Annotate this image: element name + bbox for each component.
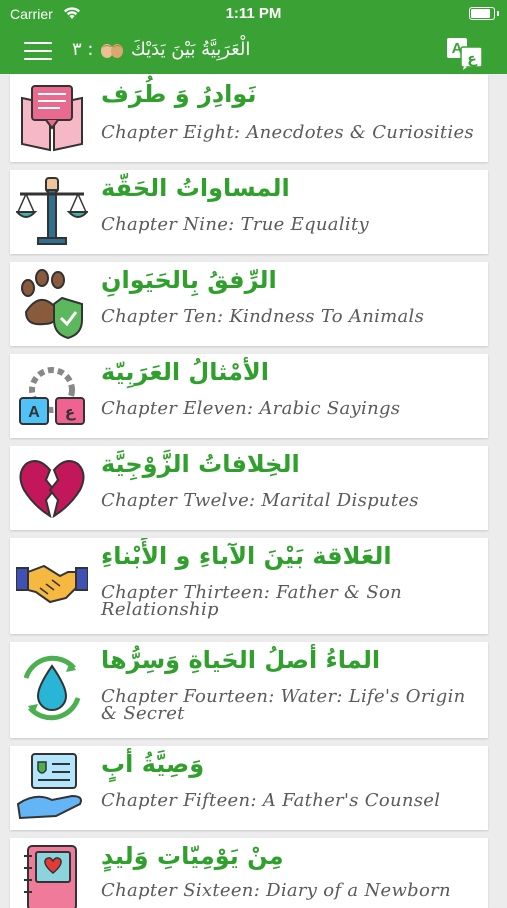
svg-text:ع: ع <box>65 403 76 421</box>
chapter-item-8[interactable]: نَوادِرُ وَ طُرَف Chapter Eight: Anecdot… <box>10 74 488 162</box>
chapter-title-ar: وَصِيَّةُ أبٍ <box>101 750 205 778</box>
chapter-title-en: Chapter Thirteen: Father & Son Relations… <box>101 582 403 620</box>
chapter-title-ar: الخِلافاتُ الزَّوْجِيَّة <box>101 450 300 478</box>
chapter-title-en: Chapter Twelve: Marital Disputes <box>101 490 419 511</box>
handshake-icon <box>16 564 88 604</box>
chapter-title-en: Chapter Sixteen: Diary of a Newborn <box>101 880 451 901</box>
chapter-title-ar: نَوادِرُ وَ طُرَف <box>101 80 257 108</box>
chapter-item-11[interactable]: A ع الأمْثالُ العَرَبِيّة Chapter Eleven… <box>10 354 488 438</box>
svg-text:ع: ع <box>467 51 478 67</box>
title-number: : ٣ <box>72 39 94 60</box>
chapter-title-en: Chapter Ten: Kindness To Animals <box>101 306 425 327</box>
broken-heart-icon <box>19 460 85 519</box>
chapter-title-en: Chapter Nine: True Equality <box>101 214 369 235</box>
chapter-item-15[interactable]: وَصِيَّةُ أبٍ Chapter Fifteen: A Father'… <box>10 746 488 830</box>
chapter-item-13[interactable]: العَلاقة بَيْنَ الآباءِ و الأَبْناءِ Cha… <box>10 538 488 634</box>
translate-icon[interactable]: A ع <box>445 36 485 70</box>
chapter-item-12[interactable]: الخِلافاتُ الزَّوْجِيَّة Chapter Twelve:… <box>10 446 488 530</box>
chapter-item-10[interactable]: الرِّفقُ بِالحَيَوانِ Chapter Ten: Kindn… <box>10 262 488 346</box>
title-text: الْعَرَبِيَّةُ بَيْنَ يَدَيْكَ <box>130 39 251 60</box>
page-title: الْعَرَبِيَّةُ بَيْنَ يَدَيْكَ : ٣ <box>72 39 250 60</box>
scales-icon <box>16 177 88 245</box>
chapter-title-ar: الماءُ أصلُ الحَياةِ وَسِرُّها <box>101 646 381 674</box>
hamburger-menu-icon[interactable] <box>24 42 52 62</box>
diary-icon <box>24 845 77 908</box>
chapter-title-ar: العَلاقة بَيْنَ الآباءِ و الأَبْناءِ <box>101 542 392 570</box>
water-drop-icon <box>23 655 81 721</box>
battery-icon <box>469 7 499 20</box>
chapter-title-ar: الرِّفقُ بِالحَيَوانِ <box>101 266 277 294</box>
chapter-title-en: Chapter Eleven: Arabic Sayings <box>101 398 401 419</box>
hand-document-icon <box>16 753 82 820</box>
chapter-item-14[interactable]: الماءُ أصلُ الحَياةِ وَسِرُّها Chapter F… <box>10 642 488 738</box>
language-gear-icon: A ع <box>19 367 85 425</box>
svg-text:A: A <box>28 404 40 421</box>
paw-shield-icon <box>21 269 83 340</box>
chapter-item-16[interactable]: مِنْ يَوْمِيّاتِ وَليدٍ Chapter Sixteen:… <box>10 838 488 908</box>
chapter-title-en: Chapter Fourteen: Water: Life's Origin &… <box>101 686 466 724</box>
chapter-title-ar: الأمْثالُ العَرَبِيّة <box>101 358 270 386</box>
book-icon <box>21 85 83 152</box>
praying-hands-icon <box>101 44 124 58</box>
chapter-title-ar: المساواتُ الحَقّة <box>101 174 290 202</box>
status-bar: Carrier 1:11 PM <box>0 0 507 30</box>
clock: 1:11 PM <box>225 5 282 22</box>
chapter-title-ar: مِنْ يَوْمِيّاتِ وَليدٍ <box>101 842 284 870</box>
chapter-item-9[interactable]: المساواتُ الحَقّة Chapter Nine: True Equ… <box>10 170 488 254</box>
chapter-title-en: Chapter Fifteen: A Father's Counsel <box>101 790 441 811</box>
navigation-bar: الْعَرَبِيَّةُ بَيْنَ يَدَيْكَ : ٣ A ع <box>0 30 507 74</box>
chapter-title-en: Chapter Eight: Anecdotes & Curiosities <box>101 122 474 143</box>
